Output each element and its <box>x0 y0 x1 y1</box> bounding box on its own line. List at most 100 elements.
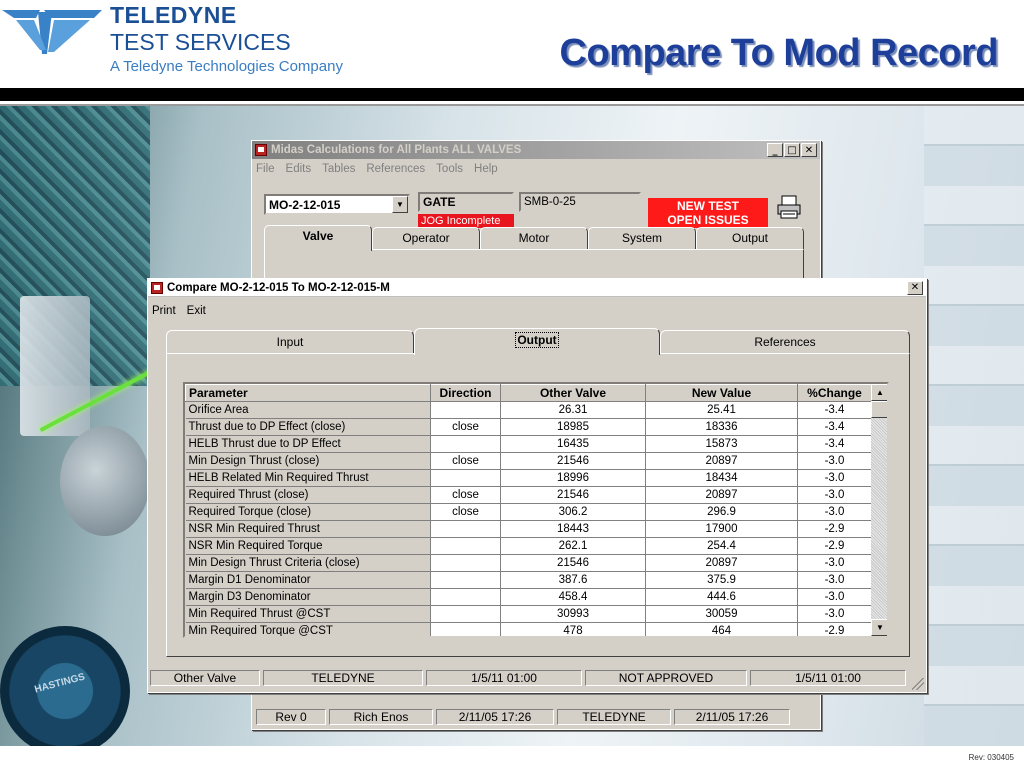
cell-percent-change[interactable]: -3.0 <box>797 588 872 606</box>
cell-other-valve[interactable]: 21546 <box>500 486 646 504</box>
cell-percent-change[interactable]: -3.4 <box>797 435 872 453</box>
scroll-up-icon[interactable]: ▲ <box>871 384 887 401</box>
cell-percent-change[interactable]: -3.0 <box>797 571 872 589</box>
cell-percent-change[interactable]: -3.0 <box>797 605 872 623</box>
cell-new-value[interactable]: 20897 <box>645 554 798 572</box>
cell-direction[interactable] <box>430 588 501 606</box>
cell-percent-change[interactable]: -3.0 <box>797 554 872 572</box>
cell-parameter[interactable]: Margin D3 Denominator <box>185 588 431 606</box>
scroll-thumb[interactable] <box>871 401 887 418</box>
cell-percent-change[interactable]: -3.0 <box>797 452 872 470</box>
cell-parameter[interactable]: HELB Thrust due to DP Effect <box>185 435 431 453</box>
table-row[interactable]: Required Torque (close) close 306.2 296.9 -3… <box>185 503 872 521</box>
close-icon[interactable]: ✕ <box>801 143 817 157</box>
cell-new-value[interactable]: 20897 <box>645 486 798 504</box>
cell-direction[interactable] <box>430 571 501 589</box>
cell-percent-change[interactable]: -2.9 <box>797 520 872 538</box>
cell-other-valve[interactable]: 18996 <box>500 469 646 487</box>
cell-direction[interactable] <box>430 605 501 623</box>
cell-other-valve[interactable]: 306.2 <box>500 503 646 521</box>
cell-new-value[interactable]: 254.4 <box>645 537 798 555</box>
tab-system[interactable]: System <box>588 227 696 249</box>
cell-other-valve[interactable]: 478 <box>500 622 646 636</box>
cell-direction[interactable]: close <box>430 503 501 521</box>
table-row[interactable]: Min Design Thrust (close) close 21546 20897… <box>185 452 872 470</box>
cell-direction[interactable] <box>430 469 501 487</box>
cell-percent-change[interactable]: -3.0 <box>797 469 872 487</box>
cell-parameter[interactable]: Required Torque (close) <box>185 503 431 521</box>
cell-new-value[interactable]: 296.9 <box>645 503 798 521</box>
cell-new-value[interactable]: 444.6 <box>645 588 798 606</box>
resize-grip-icon[interactable] <box>912 678 924 690</box>
cell-percent-change[interactable]: -3.0 <box>797 486 872 504</box>
cell-parameter[interactable]: Orifice Area <box>185 401 431 419</box>
table-row[interactable]: Min Design Thrust Criteria (close) 21546 2… <box>185 554 872 572</box>
cell-other-valve[interactable]: 16435 <box>500 435 646 453</box>
cell-direction[interactable]: close <box>430 452 501 470</box>
cell-parameter[interactable]: Min Required Torque @CST <box>185 622 431 636</box>
cell-direction[interactable]: close <box>430 418 501 436</box>
menu-print[interactable]: Print <box>152 305 176 317</box>
cell-new-value[interactable]: 375.9 <box>645 571 798 589</box>
cell-parameter[interactable]: Margin D1 Denominator <box>185 571 431 589</box>
printer-icon[interactable] <box>776 194 802 220</box>
menu-references[interactable]: References <box>366 163 425 175</box>
cell-new-value[interactable]: 18336 <box>645 418 798 436</box>
cell-percent-change[interactable]: -2.9 <box>797 537 872 555</box>
cell-other-valve[interactable]: 262.1 <box>500 537 646 555</box>
tab-operator[interactable]: Operator <box>372 227 480 249</box>
cell-percent-change[interactable]: -3.0 <box>797 503 872 521</box>
tab-motor[interactable]: Motor <box>480 227 588 249</box>
menu-exit[interactable]: Exit <box>187 305 206 317</box>
menu-tools[interactable]: Tools <box>436 163 463 175</box>
cell-other-valve[interactable]: 18985 <box>500 418 646 436</box>
close-icon[interactable]: ✕ <box>907 280 923 295</box>
cell-direction[interactable] <box>430 622 501 636</box>
table-row[interactable]: NSR Min Required Thrust 18443 17900 -2.9 <box>185 520 872 538</box>
cell-new-value[interactable]: 18434 <box>645 469 798 487</box>
cell-new-value[interactable]: 30059 <box>645 605 798 623</box>
table-row[interactable]: Thrust due to DP Effect (close) close 1898… <box>185 418 872 436</box>
cell-percent-change[interactable]: -3.4 <box>797 401 872 419</box>
cell-other-valve[interactable]: 21546 <box>500 452 646 470</box>
cell-direction[interactable]: close <box>430 486 501 504</box>
cell-direction[interactable] <box>430 554 501 572</box>
cell-other-valve[interactable]: 387.6 <box>500 571 646 589</box>
tab-output[interactable]: Output <box>696 227 804 249</box>
tab-references[interactable]: References <box>660 330 910 354</box>
column-header-new-value[interactable]: New Value <box>645 384 798 402</box>
dropdown-arrow-icon[interactable]: ▼ <box>392 196 408 213</box>
table-row[interactable]: Min Required Torque @CST 478 464 -2.9 <box>185 622 872 636</box>
table-row[interactable]: NSR Min Required Torque 262.1 254.4 -2.9 <box>185 537 872 555</box>
cell-new-value[interactable]: 464 <box>645 622 798 636</box>
title-bar[interactable]: Midas Calculations for All Plants ALL VA… <box>252 141 820 159</box>
cell-parameter[interactable]: Thrust due to DP Effect (close) <box>185 418 431 436</box>
table-row[interactable]: Required Thrust (close) close 21546 20897 -3… <box>185 486 872 504</box>
menu-edits[interactable]: Edits <box>286 163 312 175</box>
table-row[interactable]: Orifice Area 26.31 25.41 -3.4 <box>185 401 872 419</box>
vertical-scrollbar[interactable]: ▲ ▼ <box>871 384 887 636</box>
column-header-parameter[interactable]: Parameter <box>185 384 431 402</box>
cell-other-valve[interactable]: 21546 <box>500 554 646 572</box>
column-header-other-valve[interactable]: Other Valve <box>500 384 646 402</box>
title-bar[interactable]: Compare MO-2-12-015 To MO-2-12-015-M ✕ <box>148 279 926 297</box>
cell-direction[interactable] <box>430 435 501 453</box>
maximize-icon[interactable]: □ <box>784 143 800 157</box>
cell-direction[interactable] <box>430 537 501 555</box>
tab-input[interactable]: Input <box>166 330 414 354</box>
cell-other-valve[interactable]: 18443 <box>500 520 646 538</box>
table-row[interactable]: HELB Thrust due to DP Effect 16435 15873 -3… <box>185 435 872 453</box>
cell-new-value[interactable]: 25.41 <box>645 401 798 419</box>
menu-file[interactable]: File <box>256 163 275 175</box>
cell-percent-change[interactable]: -3.4 <box>797 418 872 436</box>
valve-id-select[interactable]: MO-2-12-015 ▼ <box>264 194 410 215</box>
column-header-direction[interactable]: Direction <box>430 384 501 402</box>
cell-other-valve[interactable]: 458.4 <box>500 588 646 606</box>
cell-direction[interactable] <box>430 520 501 538</box>
cell-parameter[interactable]: Min Design Thrust (close) <box>185 452 431 470</box>
cell-parameter[interactable]: NSR Min Required Thrust <box>185 520 431 538</box>
column-header-percent-change[interactable]: %Change <box>797 384 872 402</box>
cell-new-value[interactable]: 17900 <box>645 520 798 538</box>
cell-parameter[interactable]: NSR Min Required Torque <box>185 537 431 555</box>
cell-other-valve[interactable]: 30993 <box>500 605 646 623</box>
